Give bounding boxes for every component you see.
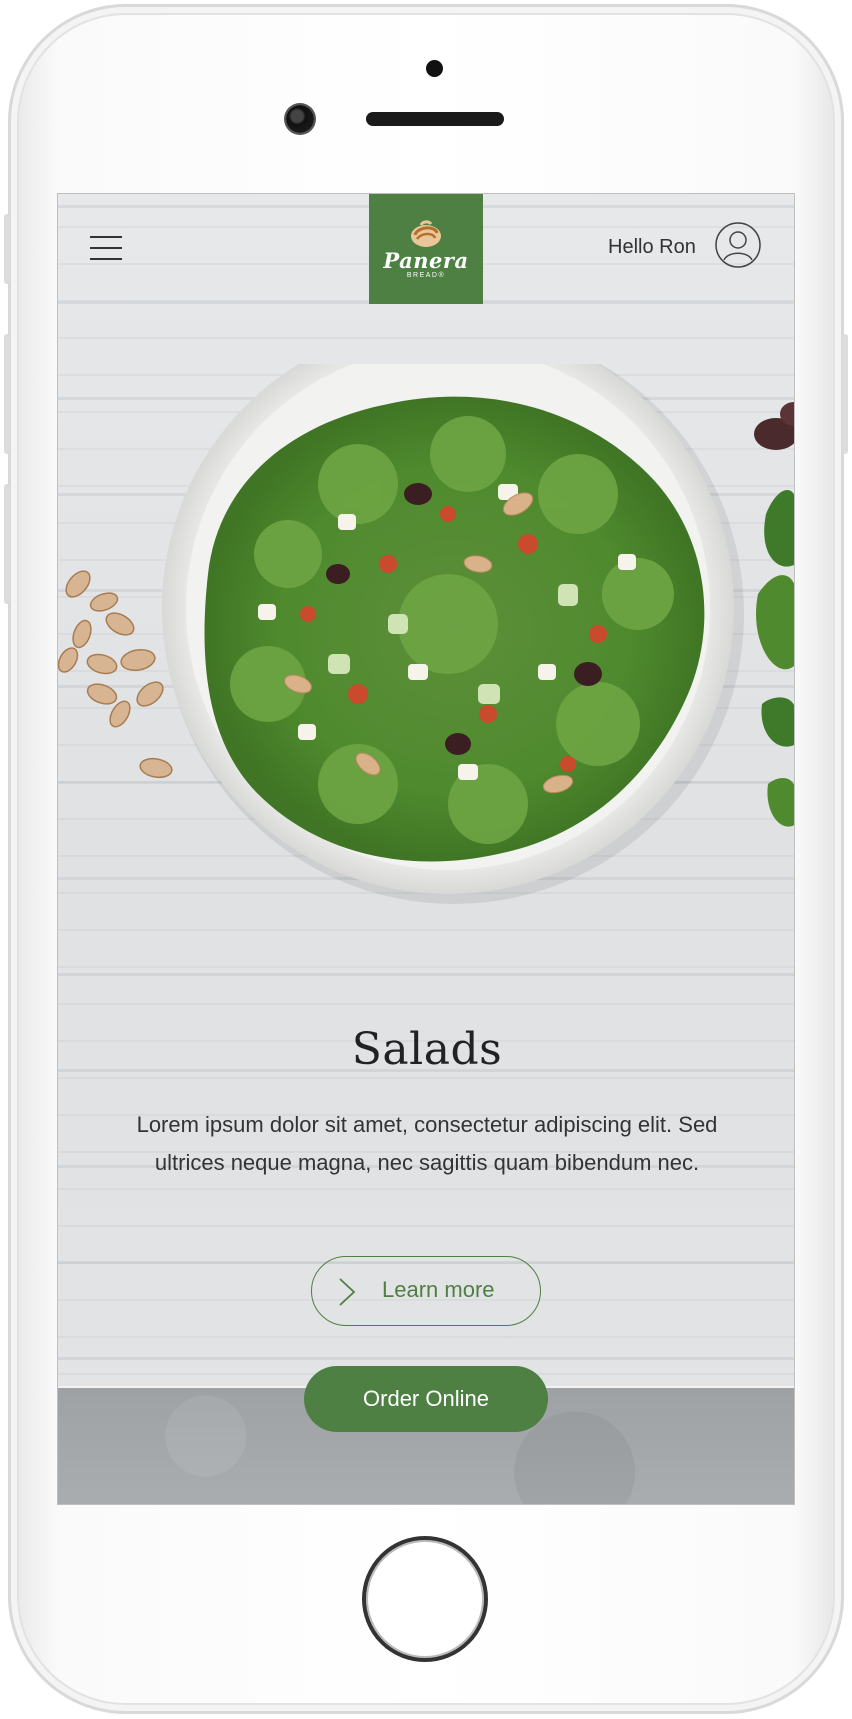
side-button-volume-down: [4, 484, 10, 604]
side-button-silent: [4, 214, 10, 284]
order-online-button[interactable]: Order Online: [304, 1366, 548, 1432]
home-button[interactable]: [362, 1536, 488, 1662]
page-title: Salads: [351, 1024, 503, 1075]
side-button-power: [842, 334, 848, 454]
earpiece-speaker: [366, 112, 504, 126]
hero-description: Lorem ipsum dolor sit amet, consectetur …: [136, 1112, 718, 1175]
brand-name: Panera: [383, 248, 469, 273]
top-navigation-bar: Panera BREAD® Hello Ron: [58, 194, 794, 306]
hamburger-menu-icon[interactable]: [90, 236, 122, 260]
learn-more-label: Learn more: [382, 1277, 495, 1302]
proximity-sensor: [426, 60, 443, 77]
salad-bowl-image: [162, 364, 744, 904]
app-screen: Panera BREAD® Hello Ron Salads Lorem ips…: [57, 193, 795, 1505]
chevron-right-icon: [339, 1278, 356, 1306]
front-camera: [286, 105, 314, 133]
side-button-volume-up: [4, 334, 10, 454]
learn-more-button[interactable]: Learn more: [311, 1256, 541, 1326]
user-greeting: Hello Ron: [608, 236, 696, 258]
brand-sub: BREAD®: [406, 272, 446, 279]
panera-emblem-icon: [411, 220, 441, 247]
user-profile-icon[interactable]: [714, 221, 762, 269]
panera-logo[interactable]: Panera BREAD®: [369, 194, 483, 304]
